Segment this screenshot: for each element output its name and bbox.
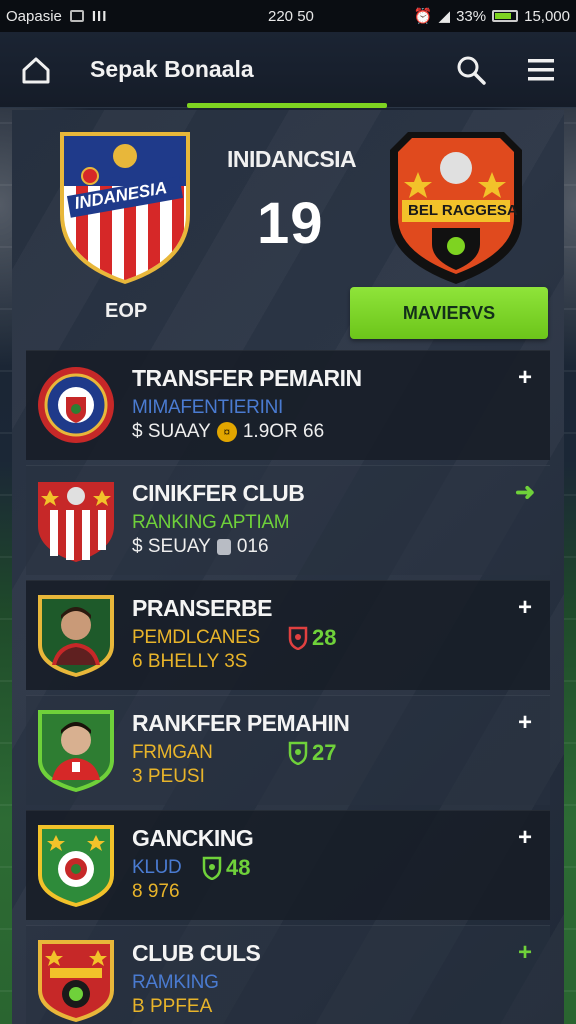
- price-value: 016: [236, 536, 269, 557]
- status-right: ⏰ ◢ 33% 15,000: [413, 7, 570, 26]
- team-name: INIDANCSIA: [227, 146, 357, 172]
- status-time: 220 50: [268, 7, 314, 25]
- menu-icon[interactable]: [526, 55, 556, 85]
- list-item-title: CLUB CULS: [132, 940, 261, 966]
- club-crest-icon: [36, 361, 116, 449]
- price-label: $ SEUAY: [132, 536, 211, 557]
- home-icon[interactable]: [20, 54, 52, 86]
- cell-signal-icon: ◢: [438, 8, 451, 25]
- status-left: Oapasie III: [6, 8, 196, 25]
- player-rating: 48: [202, 855, 250, 881]
- status-extra: 15,000: [524, 7, 570, 25]
- shield-rating-icon: [202, 856, 222, 880]
- list-item[interactable]: GANCKING KLUD 8 976 48 +: [26, 810, 550, 920]
- list-item-title: RANKFER PEMAHIN: [132, 710, 350, 736]
- list-item-meta: 6 BHELLY 3S: [132, 651, 248, 672]
- rating-value: 48: [226, 855, 251, 880]
- shield-rating-icon: [288, 741, 308, 765]
- player-avatar: [36, 706, 116, 794]
- list-item[interactable]: CINIKFER CLUB RANKING APTIAM $ SEUAY 016…: [26, 465, 550, 575]
- signal-label: III: [91, 7, 108, 25]
- list-item-meta: $ SUAAY ¤ 1.9OR 66: [132, 421, 324, 443]
- app-bar: Sepak Bonaala: [0, 32, 576, 108]
- rating-value: 27: [312, 740, 337, 765]
- price-value: 1.9OR 66: [242, 421, 325, 442]
- main-panel: INDANESIA INIDANCSIA 19 EOP BEL RAGGESA …: [12, 110, 564, 1024]
- can-icon: [216, 539, 231, 555]
- list-item-title: GANCKING: [132, 825, 254, 851]
- page-title: Sepak Bonaala: [90, 56, 254, 82]
- carrier-label: Oapasie: [6, 7, 62, 25]
- battery-icon: [492, 10, 519, 22]
- notification-icon: [69, 10, 84, 22]
- price-label: $ SUAAY: [132, 421, 211, 442]
- away-crest-text: BEL RAGGESA: [408, 202, 518, 219]
- match-action-button[interactable]: MAVIERVS: [350, 287, 548, 339]
- list-item[interactable]: PRANSERBE PEMDLCANES 6 BHELLY 3S 28 +: [26, 580, 550, 690]
- list-item[interactable]: RANKFER PEMAHIN FRMGAN 3 PEUSI 27 +: [26, 695, 550, 805]
- player-rating: 28: [288, 625, 336, 651]
- battery-percent: 33%: [456, 7, 487, 25]
- shield-rating-icon: [288, 626, 308, 650]
- list-item[interactable]: CLUB CULS RAMKING B PPFEA +: [26, 925, 550, 1024]
- home-team-label: EOP: [105, 300, 148, 322]
- coin-icon: ¤: [216, 422, 237, 442]
- list-item-meta: 3 PEUSI: [132, 766, 205, 787]
- search-icon[interactable]: [456, 55, 486, 85]
- list-item-meta: $ SEUAY 016: [132, 536, 269, 558]
- list-item-subtitle: PEMDLCANES: [132, 627, 260, 648]
- club-crest-icon: [36, 476, 116, 564]
- list-item-subtitle: MIMAFENTIERINI: [132, 397, 283, 418]
- alarm-icon: ⏰: [413, 8, 433, 25]
- list-item-subtitle: FRMGAN: [132, 742, 213, 763]
- player-avatar: [36, 591, 116, 679]
- list-item[interactable]: TRANSFER PEMARIN MIMAFENTIERINI $ SUAAY …: [26, 350, 550, 460]
- list-item-subtitle: RAMKING: [132, 972, 219, 993]
- status-bar: Oapasie III 220 50 ⏰ ◢ 33% 15,000: [0, 0, 576, 32]
- list-item-meta: 8 976: [132, 881, 180, 902]
- club-crest-icon: [36, 936, 116, 1024]
- add-button[interactable]: +: [514, 826, 536, 850]
- list-item-subtitle: KLUD: [132, 857, 182, 878]
- match-score: 19: [257, 191, 324, 256]
- list-item-title: PRANSERBE: [132, 595, 272, 621]
- add-button[interactable]: +: [514, 711, 536, 735]
- list-item-title: TRANSFER PEMARIN: [132, 365, 362, 391]
- list-item-title: CINIKFER CLUB: [132, 480, 305, 506]
- club-crest-icon: [36, 821, 116, 909]
- forward-arrow-icon[interactable]: ➜: [514, 481, 536, 505]
- add-button[interactable]: +: [514, 941, 536, 965]
- away-team-crest[interactable]: BEL RAGGESA: [388, 128, 524, 286]
- list-item-subtitle: RANKING APTIAM: [132, 512, 290, 533]
- list-item-meta: B PPFEA: [132, 996, 213, 1017]
- rating-value: 28: [312, 625, 337, 650]
- active-tab-indicator: [187, 103, 387, 108]
- player-rating: 27: [288, 740, 336, 766]
- home-team-crest[interactable]: INDANESIA: [56, 124, 194, 284]
- add-button[interactable]: +: [514, 366, 536, 390]
- add-button[interactable]: +: [514, 596, 536, 620]
